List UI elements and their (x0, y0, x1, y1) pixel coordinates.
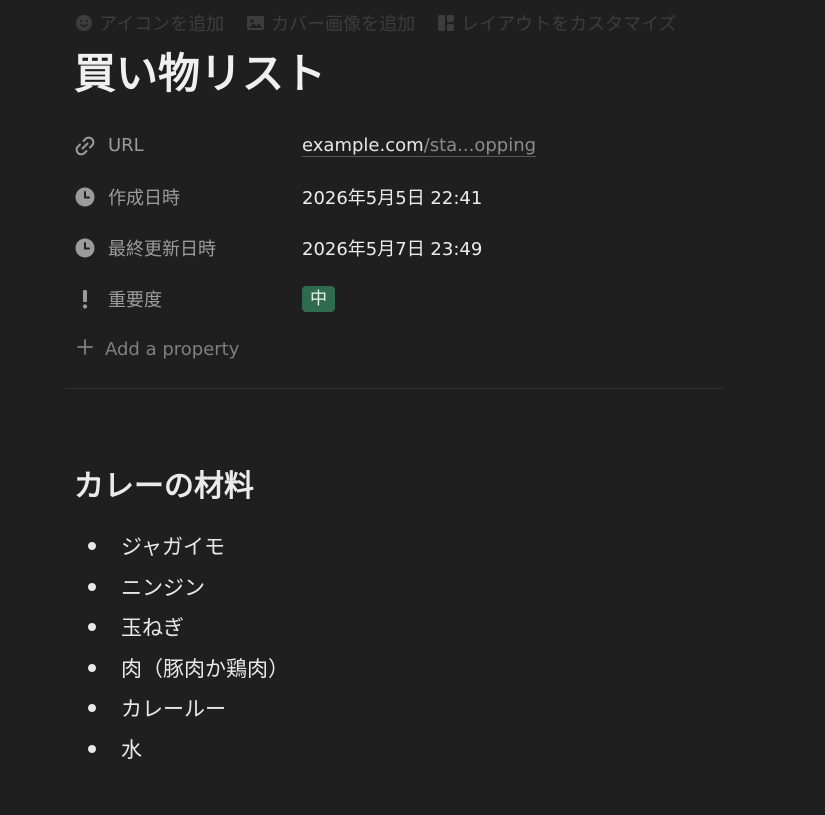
priority-value[interactable]: 中 (302, 285, 335, 312)
property-updated-name[interactable]: 最終更新日時 (74, 235, 302, 261)
list-item-text: 肉（豚肉か鶏肉） (121, 656, 289, 681)
property-updated-row[interactable]: 最終更新日時 2026年5月7日 23:49 (74, 222, 724, 273)
property-url-row[interactable]: URL example.com/sta...opping (74, 120, 724, 171)
properties-divider (65, 388, 723, 389)
property-priority-row[interactable]: 重要度 中 (74, 273, 724, 324)
image-icon (247, 16, 265, 30)
add-icon-label: アイコンを追加 (99, 14, 225, 35)
content-heading[interactable]: カレーの材料 (74, 466, 254, 508)
page-title[interactable]: 買い物リスト (74, 48, 326, 100)
bullet-icon (88, 663, 96, 672)
property-created-label: 作成日時 (108, 187, 180, 209)
list-item-text: ジャガイモ (121, 535, 225, 560)
property-priority-label: 重要度 (108, 289, 162, 311)
created-time-value: 2026年5月5日 22:41 (302, 187, 483, 209)
add-cover-label: カバー画像を追加 (271, 14, 416, 35)
ingredient-list: ジャガイモ ニンジン 玉ねぎ 肉（豚肉か鶏肉） カレールー 水 (82, 526, 289, 769)
add-icon-button[interactable]: アイコンを追加 (75, 10, 224, 36)
clock-icon (74, 237, 96, 259)
list-item[interactable]: ニンジン (82, 567, 289, 608)
notion-page: アイコンを追加 カバー画像を追加 レイアウトをカスタマイズ 買い物リスト URL… (0, 0, 825, 815)
plus-icon (76, 338, 94, 361)
property-updated-label: 最終更新日時 (108, 238, 216, 260)
bullet-icon (88, 542, 96, 551)
link-icon (74, 135, 96, 157)
page-header-actions: アイコンを追加 カバー画像を追加 レイアウトをカスタマイズ (75, 10, 677, 36)
updated-time-value: 2026年5月7日 23:49 (302, 238, 483, 260)
list-item[interactable]: ジャガイモ (82, 526, 289, 567)
list-item[interactable]: 水 (82, 729, 289, 770)
list-item[interactable]: カレールー (82, 688, 289, 729)
list-item-text: カレールー (121, 697, 226, 722)
list-item[interactable]: 肉（豚肉か鶏肉） (82, 648, 289, 689)
add-cover-button[interactable]: カバー画像を追加 (246, 10, 415, 36)
exclamation-icon (74, 288, 96, 310)
customize-layout-button[interactable]: レイアウトをカスタマイズ (437, 10, 677, 36)
bullet-icon (88, 744, 96, 753)
property-priority-name[interactable]: 重要度 (74, 286, 302, 312)
property-url-label: URL (108, 135, 144, 156)
list-item-text: ニンジン (121, 575, 205, 600)
clock-icon (74, 186, 96, 208)
add-property-button[interactable]: Add a property (76, 324, 724, 374)
url-path: /sta...opping (423, 135, 537, 156)
list-item-text: 水 (121, 737, 142, 762)
property-created-name[interactable]: 作成日時 (74, 184, 302, 210)
priority-tag: 中 (302, 285, 335, 312)
property-list: URL example.com/sta...opping 作成日時 2026年5… (74, 120, 724, 374)
smiley-icon (76, 15, 92, 31)
add-property-label: Add a property (105, 338, 240, 360)
bullet-icon (88, 623, 96, 632)
list-item[interactable]: 玉ねぎ (82, 607, 289, 648)
bullet-icon (88, 704, 96, 713)
property-created-row[interactable]: 作成日時 2026年5月5日 22:41 (74, 171, 724, 222)
url-host: example.com (302, 135, 424, 156)
customize-layout-label: レイアウトをカスタマイズ (461, 14, 677, 35)
list-item-text: 玉ねぎ (121, 616, 184, 641)
property-url-name[interactable]: URL (74, 135, 302, 157)
url-value-link[interactable]: example.com/sta...opping (302, 135, 536, 156)
bullet-icon (88, 582, 96, 591)
layout-icon (438, 15, 455, 31)
